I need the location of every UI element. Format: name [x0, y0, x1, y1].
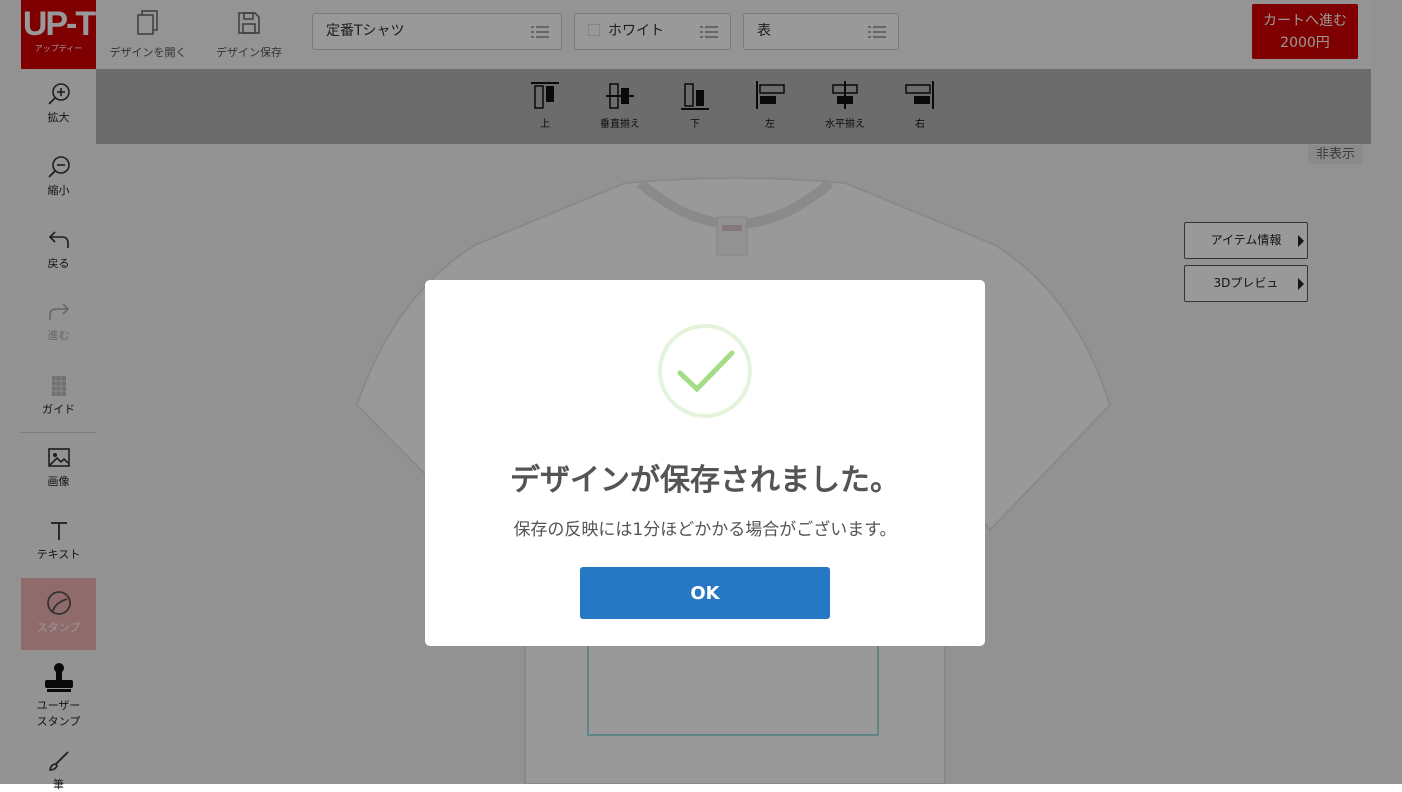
dialog-title: デザインが保存されました。: [510, 463, 900, 498]
save-success-dialog: デザインが保存されました。 保存の反映には1分ほどかかる場合がございます。 OK: [425, 280, 985, 646]
dialog-message: 保存の反映には1分ほどかかる場合がございます。: [513, 520, 897, 540]
app-root: UP-T アップティー デザインを開く デザイン保存 定番Tシャツ ホワイト 表…: [0, 0, 1402, 791]
success-check-icon: [658, 324, 752, 418]
ok-button[interactable]: OK: [580, 567, 830, 619]
